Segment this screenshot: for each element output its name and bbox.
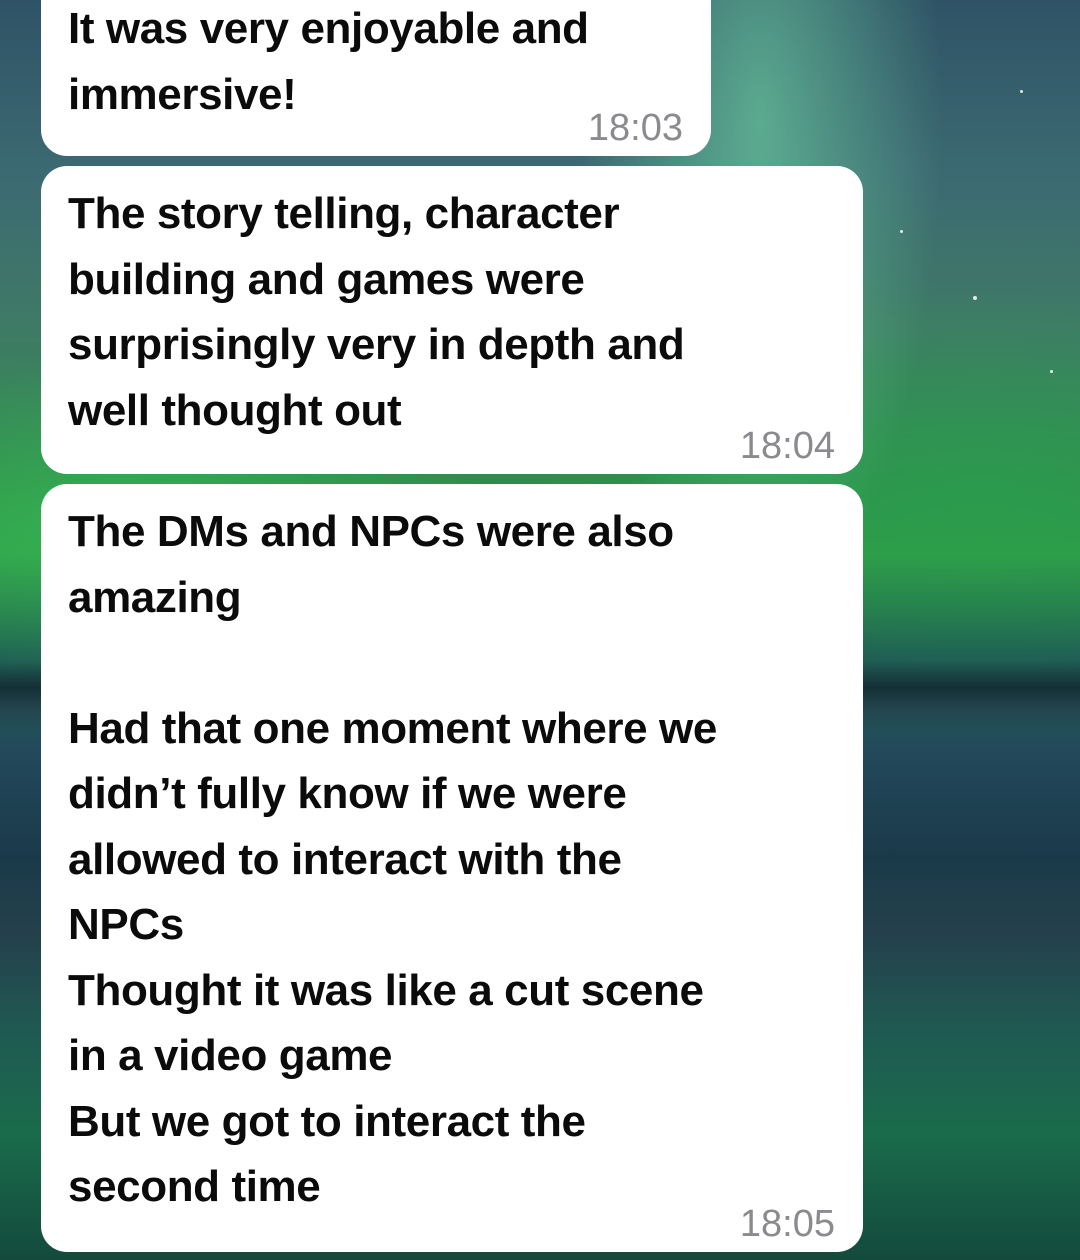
message-bubble[interactable]: The DMs and NPCs were also amazing Had t…	[41, 484, 863, 1252]
star	[1050, 370, 1053, 373]
star	[900, 230, 903, 233]
message-timestamp: 18:05	[739, 1203, 835, 1245]
message-text: The DMs and NPCs were also amazing Had t…	[68, 507, 717, 1211]
message-bubble[interactable]: The story telling, character building an…	[41, 166, 863, 474]
star	[1020, 90, 1023, 93]
message-text: The story telling, character building an…	[68, 189, 685, 435]
message-bubble[interactable]: It was very enjoyable and immersive! 18:…	[41, 0, 711, 156]
message-text: It was very enjoyable and immersive!	[68, 4, 589, 119]
message-timestamp: 18:04	[739, 425, 835, 467]
star	[973, 296, 977, 300]
message-timestamp: 18:03	[587, 107, 683, 149]
